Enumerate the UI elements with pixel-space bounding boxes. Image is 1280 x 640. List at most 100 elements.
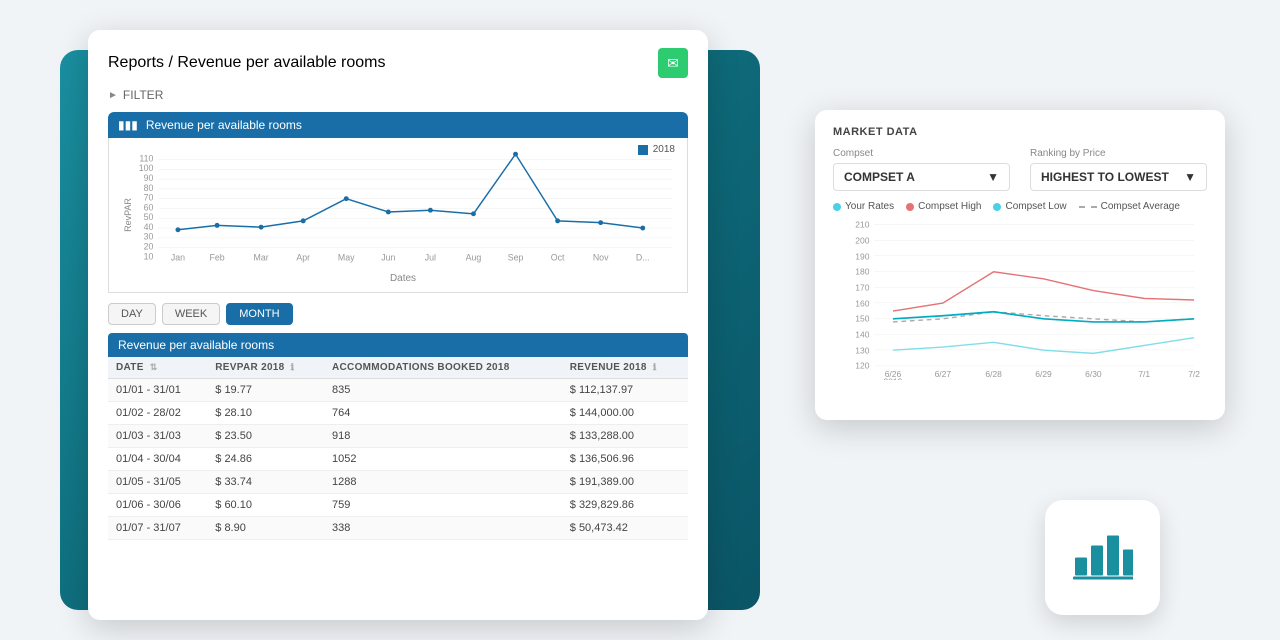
svg-text:60: 60: [144, 202, 154, 212]
svg-text:Aug: Aug: [466, 252, 482, 262]
cell-revenue: $ 133,288.00: [562, 425, 688, 448]
filter-arrow-icon: ►: [108, 90, 118, 101]
table-header-bar: Revenue per available rooms: [108, 333, 688, 357]
cell-accommodations: 338: [324, 517, 562, 540]
reports-header: Reports / Revenue per available rooms ✉: [108, 48, 688, 78]
ranking-label: Ranking by Price: [1030, 148, 1207, 159]
svg-text:Oct: Oct: [551, 252, 565, 262]
svg-text:50: 50: [144, 212, 154, 222]
svg-text:40: 40: [144, 222, 154, 232]
compset-control: Compset COMPSET A ▼: [833, 148, 1010, 191]
svg-text:180: 180: [855, 267, 869, 277]
compset-high-dot: [906, 203, 914, 211]
col-revpar[interactable]: REVPAR 2018 ℹ: [207, 357, 324, 379]
svg-text:2019: 2019: [884, 377, 903, 380]
table-row: 01/03 - 31/03 $ 23.50 918 $ 133,288.00: [108, 425, 688, 448]
svg-text:120: 120: [855, 361, 869, 371]
col-accommodations[interactable]: ACCOMMODATIONS BOOKED 2018: [324, 357, 562, 379]
y-axis-label: RevPAR: [123, 198, 133, 232]
svg-text:80: 80: [144, 183, 154, 193]
col-date[interactable]: DATE ⇅: [108, 357, 207, 379]
cell-date: 01/03 - 31/03: [108, 425, 207, 448]
market-data-title: MARKET DATA: [833, 126, 1207, 138]
svg-text:7/1: 7/1: [1138, 369, 1150, 379]
cell-revpar: $ 24.86: [207, 448, 324, 471]
compset-low-label: Compset Low: [1005, 201, 1066, 212]
x-axis-label: Dates: [129, 273, 677, 284]
svg-text:May: May: [338, 252, 355, 262]
svg-text:6/29: 6/29: [1035, 369, 1052, 379]
reports-card: Reports / Revenue per available rooms ✉ …: [88, 30, 708, 620]
cell-accommodations: 1052: [324, 448, 562, 471]
ranking-chevron-icon: ▼: [1184, 170, 1196, 184]
svg-text:Feb: Feb: [209, 252, 224, 262]
filter-bar[interactable]: ► FILTER: [108, 88, 688, 102]
svg-text:6/27: 6/27: [935, 369, 952, 379]
reports-title-main: Reports: [108, 54, 164, 71]
cell-revpar: $ 60.10: [207, 494, 324, 517]
col-revenue[interactable]: REVENUE 2018 ℹ: [562, 357, 688, 379]
svg-text:190: 190: [855, 252, 869, 262]
cell-accommodations: 918: [324, 425, 562, 448]
reports-title-sub: / Revenue per available rooms: [168, 54, 385, 71]
day-button[interactable]: DAY: [108, 303, 156, 325]
analytics-icon-card: [1045, 500, 1160, 615]
cell-revenue: $ 191,389.00: [562, 471, 688, 494]
table-header-row: DATE ⇅ REVPAR 2018 ℹ ACCOMMODATIONS BOOK…: [108, 357, 688, 379]
compset-low-dot: [993, 203, 1001, 211]
svg-text:20: 20: [144, 242, 154, 252]
svg-text:200: 200: [855, 236, 869, 246]
table-title: Revenue per available rooms: [118, 338, 274, 352]
email-button[interactable]: ✉: [658, 48, 688, 78]
svg-text:30: 30: [144, 232, 154, 242]
svg-text:Sep: Sep: [508, 252, 524, 262]
table-row: 01/07 - 31/07 $ 8.90 338 $ 50,473.42: [108, 517, 688, 540]
compset-avg-label: Compset Average: [1101, 201, 1180, 212]
cell-date: 01/06 - 30/06: [108, 494, 207, 517]
table-row: 01/04 - 30/04 $ 24.86 1052 $ 136,506.96: [108, 448, 688, 471]
line-chart-svg: 110 100 90 80 70 60 50 40 30 20 10 Jan F…: [129, 146, 677, 266]
sort-icon-revpar: ℹ: [291, 362, 295, 373]
table-row: 01/02 - 28/02 $ 28.10 764 $ 144,000.00: [108, 402, 688, 425]
bar-chart-icon: [1073, 525, 1133, 590]
your-rates-label: Your Rates: [845, 201, 894, 212]
svg-text:100: 100: [139, 163, 154, 173]
table-row: 01/01 - 31/01 $ 19.77 835 $ 112,137.97: [108, 379, 688, 402]
cell-revpar: $ 23.50: [207, 425, 324, 448]
svg-text:7/2: 7/2: [1188, 369, 1200, 379]
compset-label: Compset: [833, 148, 1010, 159]
ranking-value: HIGHEST TO LOWEST: [1041, 170, 1169, 184]
ranking-select[interactable]: HIGHEST TO LOWEST ▼: [1030, 163, 1207, 191]
svg-text:D...: D...: [636, 252, 650, 262]
month-button[interactable]: MONTH: [226, 303, 292, 325]
filter-label: FILTER: [123, 88, 163, 102]
cell-date: 01/07 - 31/07: [108, 517, 207, 540]
cell-revpar: $ 8.90: [207, 517, 324, 540]
svg-text:Apr: Apr: [296, 252, 310, 262]
your-rates-chart-line: [893, 312, 1194, 322]
reports-title: Reports / Revenue per available rooms: [108, 54, 386, 72]
svg-text:6/28: 6/28: [985, 369, 1002, 379]
chart-legend: 2018: [638, 144, 675, 155]
legend-your-rates: Your Rates: [833, 201, 894, 212]
svg-text:70: 70: [144, 193, 154, 203]
cell-revpar: $ 28.10: [207, 402, 324, 425]
week-button[interactable]: WEEK: [162, 303, 220, 325]
cell-accommodations: 764: [324, 402, 562, 425]
cell-revenue: $ 112,137.97: [562, 379, 688, 402]
period-buttons: DAY WEEK MONTH: [108, 303, 688, 325]
cell-revenue: $ 144,000.00: [562, 402, 688, 425]
chart-container: 2018 RevPAR 110 100 90 80 70 60 50 40 30: [108, 138, 688, 293]
market-controls: Compset COMPSET A ▼ Ranking by Price HIG…: [833, 148, 1207, 191]
cell-date: 01/05 - 31/05: [108, 471, 207, 494]
legend-compset-avg: Compset Average: [1079, 201, 1180, 212]
cell-revenue: $ 136,506.96: [562, 448, 688, 471]
compset-select[interactable]: COMPSET A ▼: [833, 163, 1010, 191]
market-legend: Your Rates Compset High Compset Low Comp…: [833, 201, 1207, 212]
cell-accommodations: 1288: [324, 471, 562, 494]
cell-revenue: $ 50,473.42: [562, 517, 688, 540]
market-data-card: MARKET DATA Compset COMPSET A ▼ Ranking …: [815, 110, 1225, 420]
table-row: 01/05 - 31/05 $ 33.74 1288 $ 191,389.00: [108, 471, 688, 494]
compset-low-chart-line: [893, 338, 1194, 354]
compset-high-chart-line: [893, 272, 1194, 311]
